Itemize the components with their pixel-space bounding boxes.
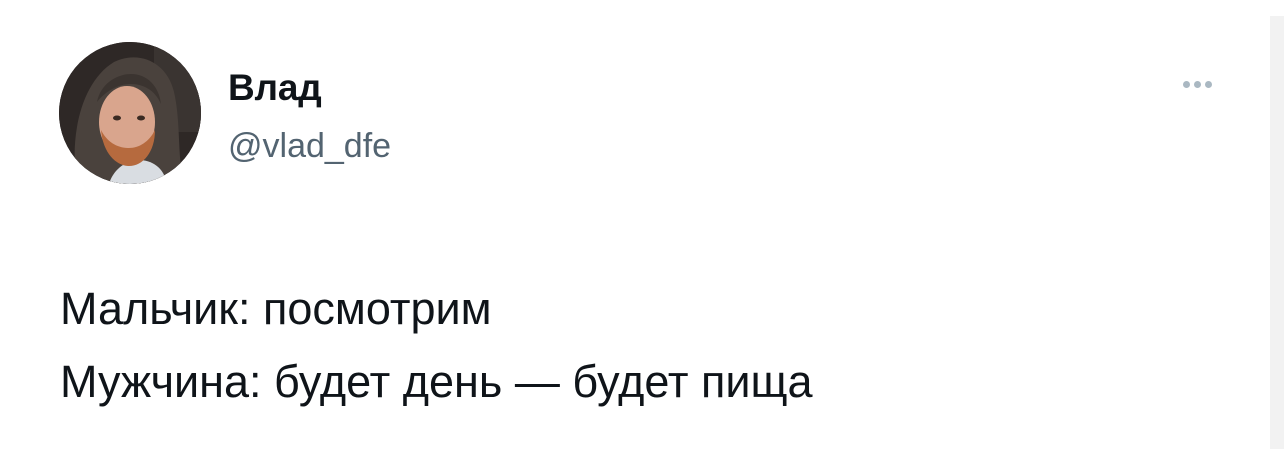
scrollbar[interactable]: [1270, 16, 1284, 449]
avatar[interactable]: [59, 42, 201, 184]
avatar-photo: [59, 42, 201, 184]
more-button[interactable]: [1174, 70, 1220, 98]
tweet-line: Мальчик: посмотрим: [60, 283, 492, 334]
tweet-line: Мужчина: будет день — будет пища: [60, 356, 813, 407]
author-display-name[interactable]: Влад: [228, 66, 322, 110]
more-horizontal-icon: [1181, 80, 1214, 88]
tweet-text: Мальчик: посмотрим Мужчина: будет день —…: [60, 272, 1210, 418]
author-handle[interactable]: @vlad_dfe: [228, 125, 391, 167]
tweet-card: Влад @vlad_dfe Мальчик: посмотрим Мужчин…: [0, 0, 1284, 449]
